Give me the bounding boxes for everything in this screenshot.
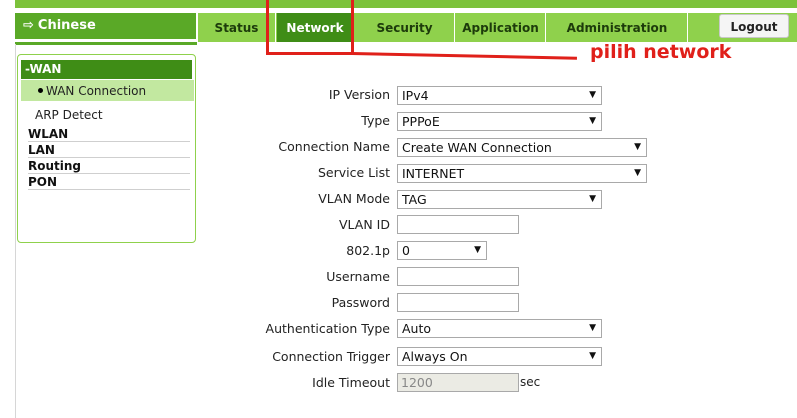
sidebar-menu: -WAN WAN Connection ARP Detect WLAN LAN … [17,54,196,243]
auth-type-value: Auto [402,321,432,336]
auth-type-label: Authentication Type [265,321,390,336]
type-select[interactable]: PPPoE ▼ [397,112,602,131]
sidebar-item-lan[interactable]: LAN [28,143,190,158]
sidebar-item-wlan[interactable]: WLAN [28,127,190,142]
type-value: PPPoE [402,114,440,129]
sidebar-item-arp-detect[interactable]: ARP Detect [21,108,191,122]
password-label: Password [331,295,390,310]
ip-version-label: IP Version [328,87,390,102]
service-list-label: Service List [317,165,390,180]
tab-status[interactable]: Status [198,13,276,42]
sidebar-section-wan[interactable]: -WAN [21,60,192,79]
dropdown-arrow-icon: ▼ [589,194,596,204]
idle-timeout-unit: sec [520,375,541,389]
dropdown-arrow-icon: ▼ [589,351,596,361]
vlan-mode-value: TAG [402,192,427,207]
sidebar-item-wan-connection[interactable]: WAN Connection [21,80,194,101]
dropdown-arrow-icon: ▼ [474,245,481,255]
dropdown-arrow-icon: ▼ [589,323,596,333]
arrow-right-icon: ⇨ [23,18,34,33]
dropdown-arrow-icon: ▼ [634,168,641,178]
vlan-mode-select[interactable]: TAG ▼ [397,190,602,209]
dot1p-value: 0 [402,243,410,258]
dropdown-arrow-icon: ▼ [634,142,641,152]
dropdown-arrow-icon: ▼ [589,90,596,100]
tab-security[interactable]: Security [355,13,455,42]
bullet-icon [38,88,43,93]
logout-button[interactable]: Logout [719,14,789,38]
language-label: Chinese [37,18,96,33]
dropdown-arrow-icon: ▼ [589,116,596,126]
connection-name-value: Create WAN Connection [402,140,552,155]
tab-application[interactable]: Application [456,13,546,42]
tab-administration[interactable]: Administration [547,13,688,42]
connection-name-select[interactable]: Create WAN Connection ▼ [397,138,647,157]
service-list-select[interactable]: INTERNET ▼ [397,164,647,183]
language-switch[interactable]: ⇨ Chinese [15,13,196,39]
vlan-mode-label: VLAN Mode [318,191,390,206]
username-label: Username [326,269,390,284]
connection-trigger-value: Always On [402,349,468,364]
top-green-strip [15,0,797,8]
vlan-id-label: VLAN ID [339,217,390,232]
idle-timeout-input: 1200 [397,373,519,392]
sidebar-item-routing[interactable]: Routing [28,159,190,174]
service-list-value: INTERNET [402,166,465,181]
idle-timeout-label: Idle Timeout [312,375,390,390]
connection-name-label: Connection Name [278,139,390,154]
dot1p-label: 802.1p [346,243,390,258]
vlan-id-input[interactable] [397,215,519,234]
dot1p-select[interactable]: 0 ▼ [397,241,487,260]
connection-trigger-select[interactable]: Always On ▼ [397,347,602,366]
ip-version-value: IPv4 [402,88,429,103]
password-input[interactable] [397,293,519,312]
sidebar-item-pon[interactable]: PON [28,175,190,190]
sidebar-item-label: WAN Connection [46,84,147,98]
auth-type-select[interactable]: Auto ▼ [397,319,602,338]
username-input[interactable] [397,267,519,286]
ip-version-select[interactable]: IPv4 ▼ [397,86,602,105]
type-label: Type [361,113,390,128]
connection-trigger-label: Connection Trigger [272,349,390,364]
